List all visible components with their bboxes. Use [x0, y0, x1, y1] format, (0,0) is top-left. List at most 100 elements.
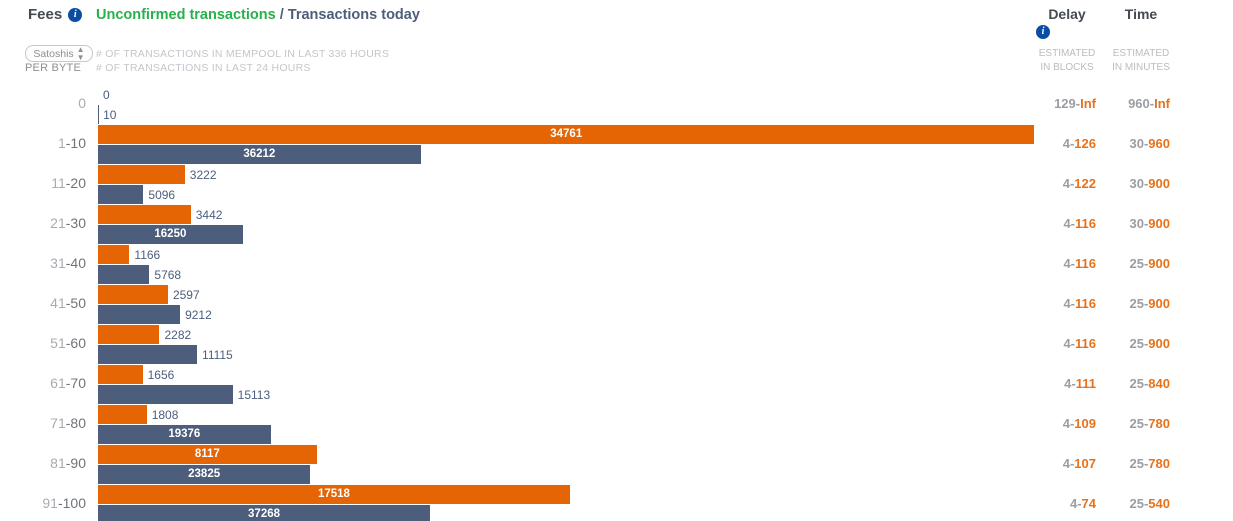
time-high: 540 [1148, 496, 1170, 511]
fee-range-low: 81 [50, 455, 66, 471]
delay-high: 109 [1074, 416, 1096, 431]
bar-value-transactions-24h: 11115 [202, 347, 233, 362]
delay-high: 116 [1075, 296, 1096, 311]
delay-value: 4-126 [1022, 136, 1096, 151]
bar-value-transactions-24h: 19376 [168, 427, 201, 440]
fee-range-label: 51-60 [0, 335, 86, 351]
time-high: 960 [1148, 136, 1170, 151]
bar-value-mempool-336h: 3222 [189, 167, 217, 182]
time-value: 25-840 [1096, 376, 1170, 391]
delay-value: 4-116 [1022, 256, 1096, 271]
delay-column-sublabel: ESTIMATED IN BLOCKS [1030, 47, 1104, 75]
fee-range-label: 91-100 [0, 495, 86, 511]
fee-range-low: 0 [78, 95, 86, 111]
delay-high: 122 [1074, 176, 1096, 191]
bar-mempool-336h[interactable] [98, 165, 185, 184]
delay-value: 4-116 [1022, 216, 1096, 231]
time-high: 900 [1148, 336, 1170, 351]
fee-range-label: 31-40 [0, 255, 86, 271]
table-row[interactable]: 21-30 3442 16250 4-116 30-900 [0, 205, 1233, 245]
bar-value-transactions-24h: 9212 [185, 307, 212, 322]
chart-title: Unconfirmed transactions / Transactions … [96, 7, 420, 23]
title-transactions-today[interactable]: Transactions today [288, 7, 420, 23]
delay-low: 4 [1062, 136, 1070, 151]
bar-mempool-336h[interactable] [98, 285, 168, 304]
bar-transactions-24h[interactable] [98, 265, 150, 284]
time-low: 25 [1129, 416, 1144, 431]
bar-mempool-336h[interactable] [98, 405, 147, 424]
bar-value-transactions-24h: 10 [103, 107, 117, 122]
fee-range-high: 80 [70, 415, 86, 431]
time-low: 25 [1129, 456, 1144, 471]
time-value: 25-900 [1096, 296, 1170, 311]
bar-mempool-336h[interactable]: 8117 [98, 445, 317, 464]
bar-mempool-336h[interactable] [98, 325, 160, 344]
fee-range-high: 70 [70, 375, 86, 391]
time-high: 840 [1148, 376, 1170, 391]
bar-transactions-24h[interactable]: 36212 [98, 145, 421, 164]
table-row[interactable]: 81-90 8117 23825 4-107 25-780 [0, 445, 1233, 485]
delay-value: 4-116 [1022, 336, 1096, 351]
table-row[interactable]: 41-50 2597 9212 4-116 25-900 [0, 285, 1233, 325]
bar-transactions-24h[interactable]: 16250 [98, 225, 243, 244]
delay-value: 4-122 [1022, 176, 1096, 191]
delay-high: 107 [1074, 456, 1096, 471]
delay-low: 4 [1062, 416, 1070, 431]
delay-value: 4-116 [1022, 296, 1096, 311]
bar-mempool-336h[interactable] [98, 205, 191, 224]
delay-value: 4-74 [1022, 496, 1096, 511]
time-low: 25 [1129, 296, 1144, 311]
table-row[interactable]: 51-60 2282 11115 4-116 25-900 [0, 325, 1233, 365]
bar-transactions-24h[interactable] [98, 185, 144, 204]
bar-value-mempool-336h: 1656 [147, 367, 175, 382]
bar-transactions-24h[interactable]: 19376 [98, 425, 271, 444]
time-column-sublabel: ESTIMATED IN MINUTES [1104, 47, 1178, 75]
delay-info-icon[interactable]: i [1036, 25, 1050, 39]
fee-range-high: 40 [70, 255, 86, 271]
table-row[interactable]: 1-10 34761 36212 4-126 30-960 [0, 125, 1233, 165]
delay-high: 116 [1075, 216, 1096, 231]
fee-range-low: 21 [50, 215, 66, 231]
bar-value-mempool-336h: 1808 [151, 407, 179, 422]
bar-mempool-336h[interactable] [98, 365, 143, 384]
table-row[interactable]: 31-40 1166 5768 4-116 25-900 [0, 245, 1233, 285]
time-value: 960-Inf [1096, 96, 1170, 111]
time-low: 30 [1129, 216, 1144, 231]
table-row[interactable]: 91-100 17518 37268 4-74 25-540 [0, 485, 1233, 521]
bar-transactions-24h[interactable] [98, 385, 233, 404]
time-high: 900 [1148, 296, 1170, 311]
bar-transactions-24h[interactable] [98, 345, 198, 364]
bar-transactions-24h[interactable] [98, 305, 181, 324]
fee-range-low: 31 [50, 255, 66, 271]
title-unconfirmed-transactions[interactable]: Unconfirmed transactions [96, 7, 276, 23]
bar-mempool-336h[interactable]: 34761 [98, 125, 1035, 144]
fee-range-low: 51 [50, 335, 66, 351]
fee-range-low: 61 [50, 375, 66, 391]
bar-transactions-24h[interactable]: 23825 [98, 465, 311, 484]
unit-select[interactable]: Satoshis ▲ ▼ [25, 45, 93, 62]
delay-low: 4 [1063, 296, 1071, 311]
table-row[interactable]: 71-80 1808 19376 4-109 25-780 [0, 405, 1233, 445]
table-row[interactable]: 61-70 1656 15113 4-111 25-840 [0, 365, 1233, 405]
table-row[interactable]: 11-20 3222 5096 4-122 30-900 [0, 165, 1233, 205]
fee-range-high: 60 [70, 335, 86, 351]
time-high: 900 [1148, 256, 1170, 271]
time-value: 25-780 [1096, 456, 1170, 471]
bar-value-mempool-336h: 8117 [194, 447, 220, 460]
fee-range-label: 41-50 [0, 295, 86, 311]
fee-range-low: 1 [57, 135, 66, 151]
stepper-updown-icon: ▲ ▼ [76, 44, 85, 62]
bar-transactions-24h[interactable]: 37268 [98, 505, 431, 521]
fee-range-high: 50 [70, 295, 86, 311]
fees-info-icon[interactable]: i [68, 7, 83, 22]
time-sub-line1: ESTIMATED [1112, 48, 1170, 59]
delay-low: 4 [1063, 336, 1071, 351]
time-low: 25 [1129, 376, 1144, 391]
table-row[interactable]: 0 0 10 129-Inf 960-Inf [0, 85, 1233, 125]
delay-high: 116 [1075, 336, 1096, 351]
bar-value-transactions-24h: 23825 [188, 467, 221, 480]
bar-mempool-336h[interactable]: 17518 [98, 485, 570, 504]
fee-range-label: 81-90 [0, 455, 86, 471]
bar-value-transactions-24h: 15113 [237, 387, 271, 402]
bar-mempool-336h[interactable] [98, 245, 130, 264]
